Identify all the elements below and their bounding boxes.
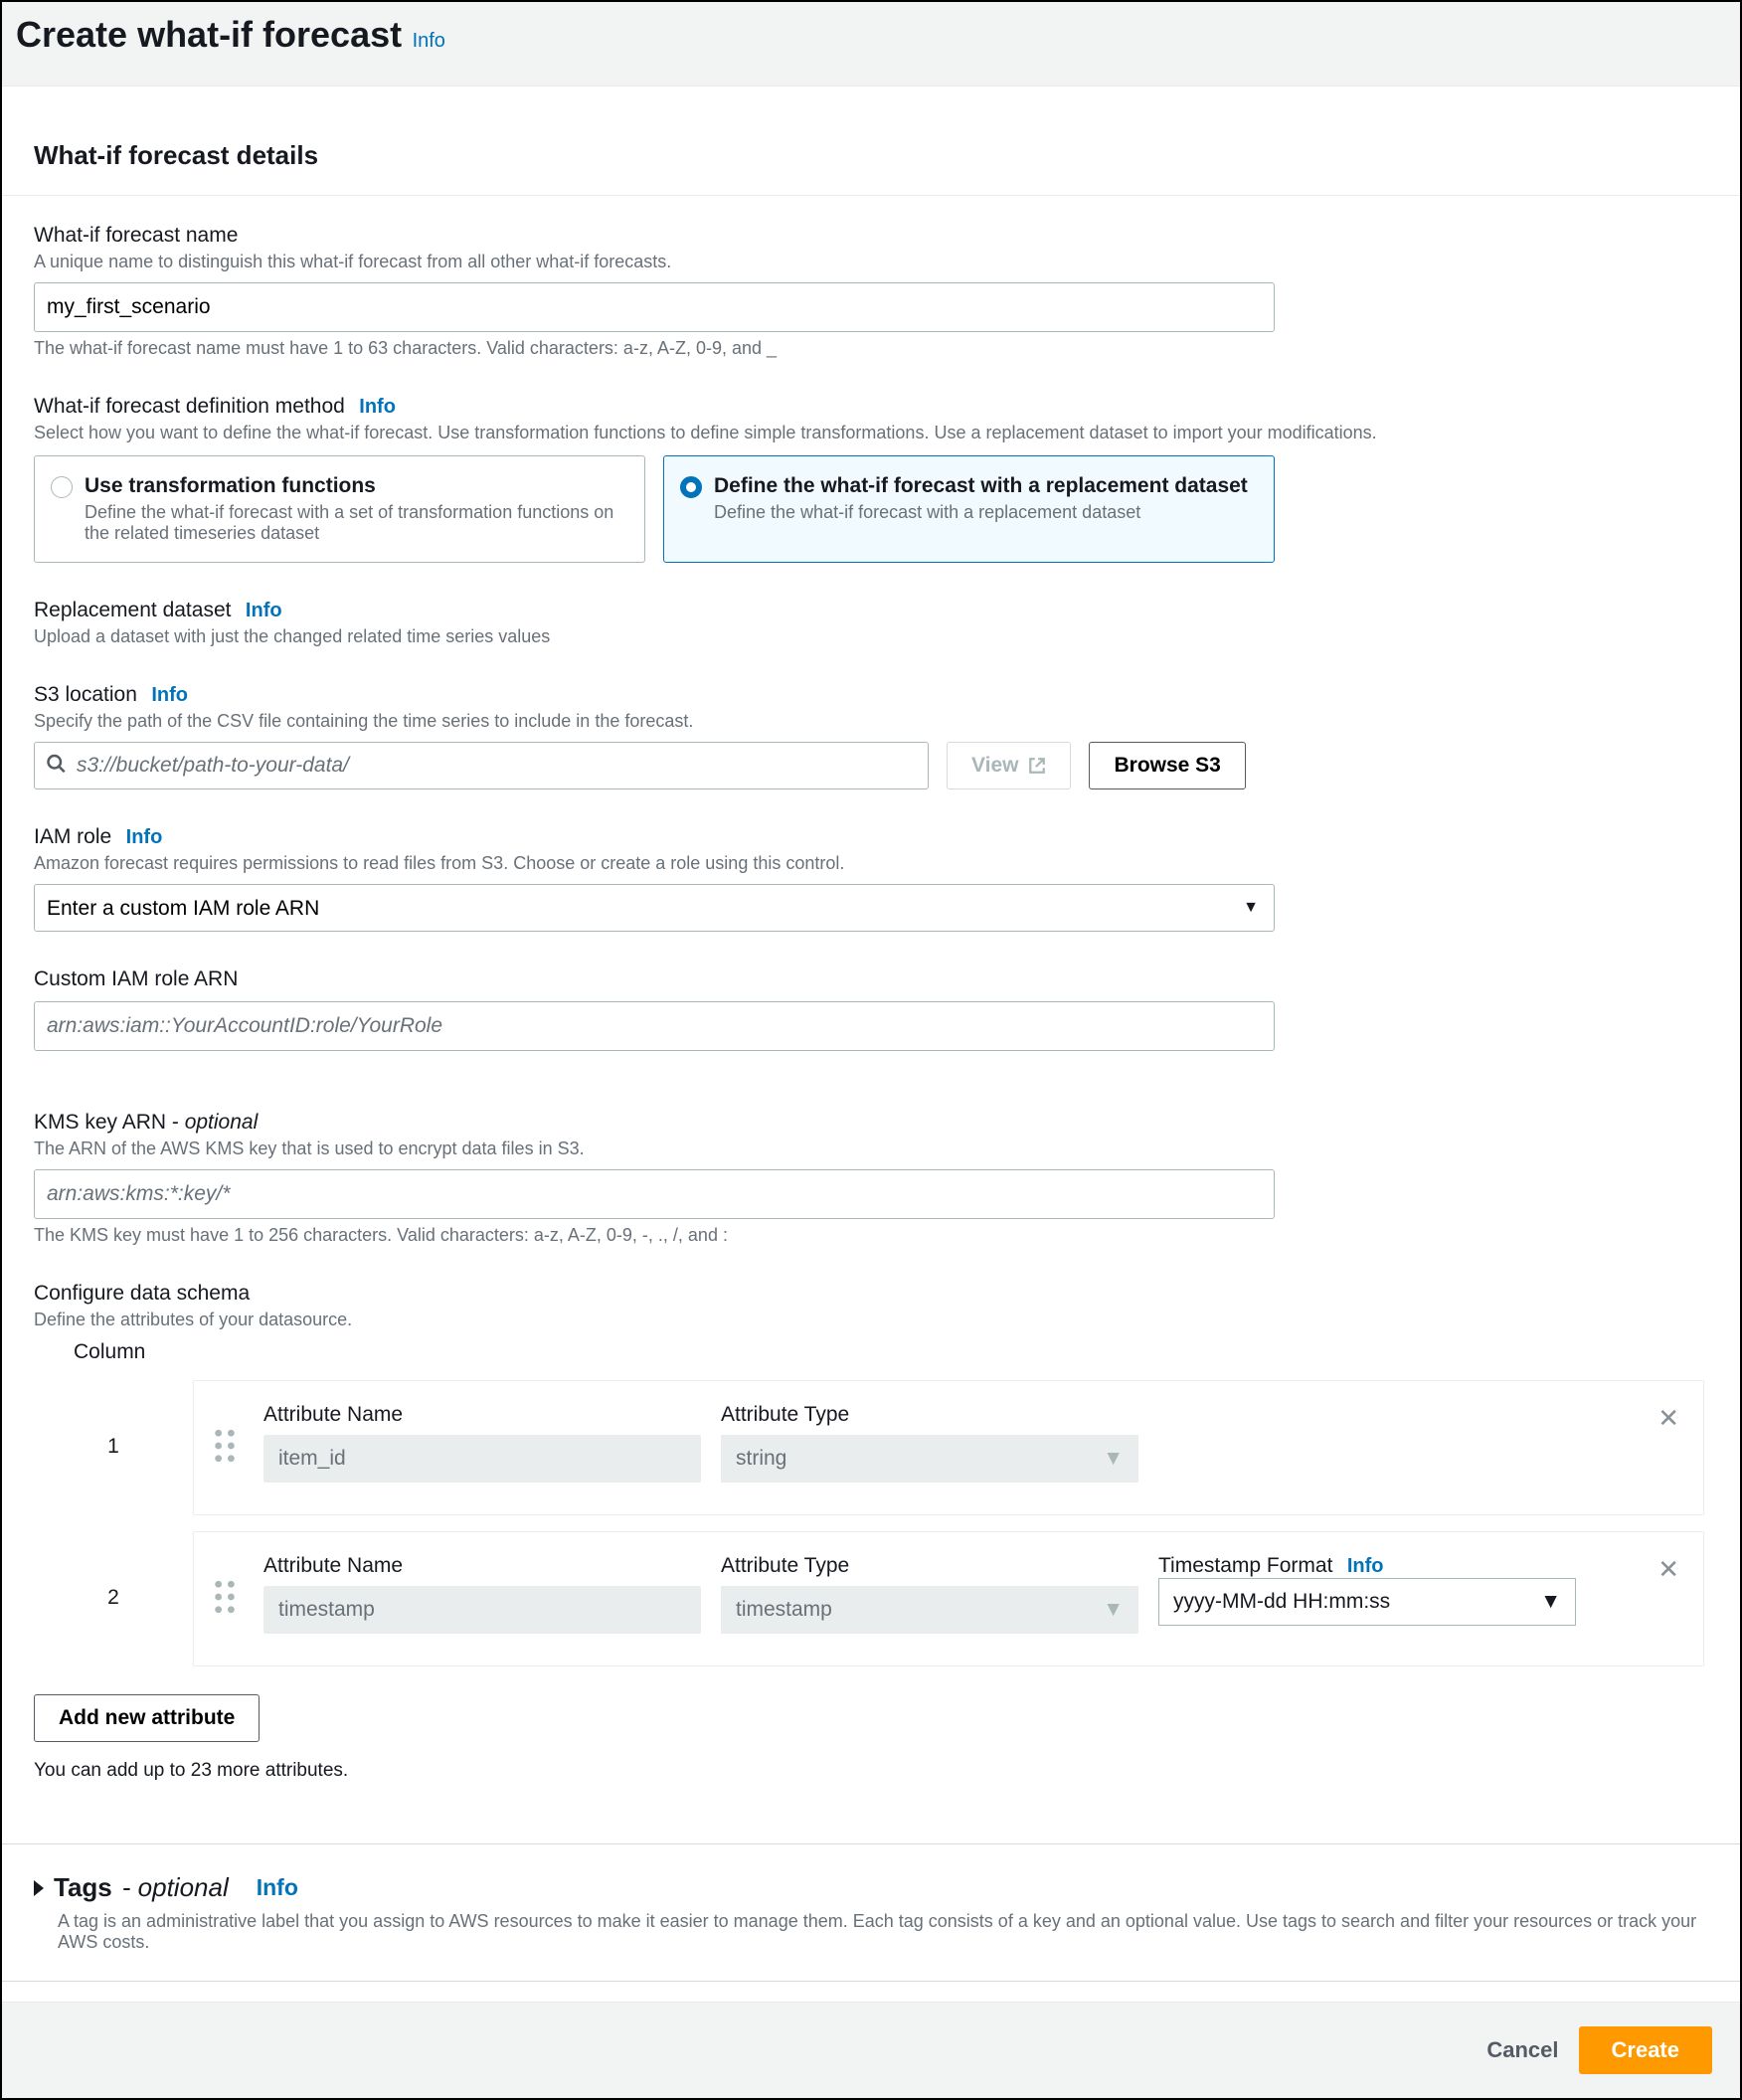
schema-row-1: 1 ✕ Attribute Name Attribute bbox=[34, 1380, 1708, 1515]
iam-info-link[interactable]: Info bbox=[126, 826, 163, 848]
drag-handle-icon[interactable] bbox=[214, 1580, 236, 1619]
browse-s3-button[interactable]: Browse S3 bbox=[1089, 742, 1245, 789]
name-hint: The what-if forecast name must have 1 to… bbox=[34, 338, 1708, 359]
add-attribute-button[interactable]: Add new attribute bbox=[34, 1694, 260, 1742]
radio-replacement-title: Define the what-if forecast with a repla… bbox=[714, 474, 1256, 498]
replacement-label: Replacement dataset bbox=[34, 599, 231, 621]
tags-info-link[interactable]: Info bbox=[257, 1874, 298, 1901]
replacement-desc: Upload a dataset with just the changed r… bbox=[34, 626, 1708, 647]
page-title: Create what-if forecast bbox=[16, 14, 402, 55]
radio-transformation-title: Use transformation functions bbox=[85, 474, 626, 498]
field-kms-arn: KMS key ARN - optional The ARN of the AW… bbox=[34, 1111, 1708, 1246]
disclosure-triangle-icon[interactable] bbox=[34, 1880, 44, 1896]
field-iam-role: IAM role Info Amazon forecast requires p… bbox=[34, 825, 1708, 932]
name-input[interactable] bbox=[34, 282, 1275, 332]
remove-row-icon: ✕ bbox=[1657, 1403, 1679, 1434]
ts-format-label: Timestamp Format bbox=[1158, 1554, 1332, 1577]
remove-row-icon: ✕ bbox=[1657, 1554, 1679, 1585]
custom-arn-label: Custom IAM role ARN bbox=[34, 967, 1708, 991]
attr-name-label: Attribute Name bbox=[263, 1403, 701, 1427]
kms-label: KMS key ARN - bbox=[34, 1111, 185, 1134]
radio-transformation[interactable]: Use transformation functions Define the … bbox=[34, 455, 645, 563]
kms-hint: The KMS key must have 1 to 256 character… bbox=[34, 1225, 1708, 1246]
iam-label: IAM role bbox=[34, 825, 111, 848]
kms-desc: The ARN of the AWS KMS key that is used … bbox=[34, 1138, 1708, 1159]
method-label: What-if forecast definition method bbox=[34, 395, 345, 418]
tags-optional: - optional bbox=[122, 1872, 229, 1903]
schema-label: Configure data schema bbox=[34, 1282, 1708, 1306]
ts-format-info-link[interactable]: Info bbox=[1347, 1555, 1384, 1577]
create-button[interactable]: Create bbox=[1579, 2026, 1712, 2074]
radio-replacement[interactable]: Define the what-if forecast with a repla… bbox=[663, 455, 1275, 563]
radio-circle-selected-icon bbox=[680, 476, 702, 498]
tags-title: Tags bbox=[54, 1872, 112, 1903]
schema-desc: Define the attributes of your datasource… bbox=[34, 1310, 1708, 1330]
method-info-link[interactable]: Info bbox=[359, 396, 396, 418]
schema-row-number: 1 bbox=[34, 1380, 193, 1459]
caret-down-icon: ▼ bbox=[1103, 1447, 1124, 1471]
iam-desc: Amazon forecast requires permissions to … bbox=[34, 853, 1708, 874]
attr-type-select: string ▼ bbox=[721, 1435, 1138, 1483]
field-s3-location: S3 location Info Specify the path of the… bbox=[34, 683, 1708, 789]
drag-handle-icon[interactable] bbox=[214, 1429, 236, 1468]
field-definition-method: What-if forecast definition method Info … bbox=[34, 395, 1708, 563]
kms-input[interactable] bbox=[34, 1169, 1275, 1219]
ts-format-select[interactable]: yyyy-MM-dd HH:mm:ss ▼ bbox=[1158, 1578, 1576, 1626]
replacement-info-link[interactable]: Info bbox=[246, 600, 282, 621]
search-icon bbox=[46, 754, 66, 779]
attr-name-input bbox=[263, 1435, 701, 1483]
attributes-remaining-hint: You can add up to 23 more attributes. bbox=[34, 1760, 1708, 1782]
attr-type-label: Attribute Type bbox=[721, 1554, 1138, 1578]
tags-desc: A tag is an administrative label that yo… bbox=[58, 1911, 1708, 1953]
schema-row-2: 2 ✕ Attribute Name Attribute bbox=[34, 1531, 1708, 1666]
radio-circle-icon bbox=[51, 476, 73, 498]
page-info-link[interactable]: Info bbox=[413, 30, 445, 52]
cancel-button[interactable]: Cancel bbox=[1486, 2026, 1558, 2074]
attr-name-label: Attribute Name bbox=[263, 1554, 701, 1578]
field-replacement-dataset: Replacement dataset Info Upload a datase… bbox=[34, 599, 1708, 647]
external-link-icon bbox=[1028, 757, 1046, 775]
attr-type-label: Attribute Type bbox=[721, 1403, 1138, 1427]
panel-title: What-if forecast details bbox=[34, 140, 1708, 171]
method-desc: Select how you want to define the what-i… bbox=[34, 423, 1708, 443]
ts-format-value: yyyy-MM-dd HH:mm:ss bbox=[1173, 1590, 1390, 1614]
attr-type-select: timestamp ▼ bbox=[721, 1586, 1138, 1634]
field-name: What-if forecast name A unique name to d… bbox=[34, 224, 1708, 359]
s3-label: S3 location bbox=[34, 683, 137, 706]
s3-path-input[interactable] bbox=[34, 742, 929, 789]
s3-info-link[interactable]: Info bbox=[151, 684, 188, 706]
view-button: View bbox=[947, 742, 1071, 789]
name-desc: A unique name to distinguish this what-i… bbox=[34, 252, 1708, 272]
iam-role-select[interactable]: Enter a custom IAM role ARN bbox=[34, 884, 1275, 932]
radio-replacement-desc: Define the what-if forecast with a repla… bbox=[714, 502, 1256, 523]
schema-row-number: 2 bbox=[34, 1531, 193, 1610]
caret-down-icon: ▼ bbox=[1540, 1590, 1561, 1614]
attr-type-value: timestamp bbox=[736, 1598, 832, 1622]
field-custom-arn: Custom IAM role ARN bbox=[34, 967, 1708, 1051]
field-schema: Configure data schema Define the attribu… bbox=[34, 1282, 1708, 1782]
kms-optional: optional bbox=[185, 1111, 259, 1134]
caret-down-icon: ▼ bbox=[1103, 1598, 1124, 1622]
tags-section: Tags - optional Info A tag is an adminis… bbox=[2, 1844, 1740, 1981]
name-label: What-if forecast name bbox=[34, 224, 1708, 248]
attr-type-value: string bbox=[736, 1447, 786, 1471]
schema-column-header: Column bbox=[34, 1340, 1708, 1364]
attr-name-input bbox=[263, 1586, 701, 1634]
radio-transformation-desc: Define the what-if forecast with a set o… bbox=[85, 502, 626, 544]
custom-arn-input[interactable] bbox=[34, 1001, 1275, 1051]
s3-desc: Specify the path of the CSV file contain… bbox=[34, 711, 1708, 732]
view-label: View bbox=[971, 754, 1018, 778]
